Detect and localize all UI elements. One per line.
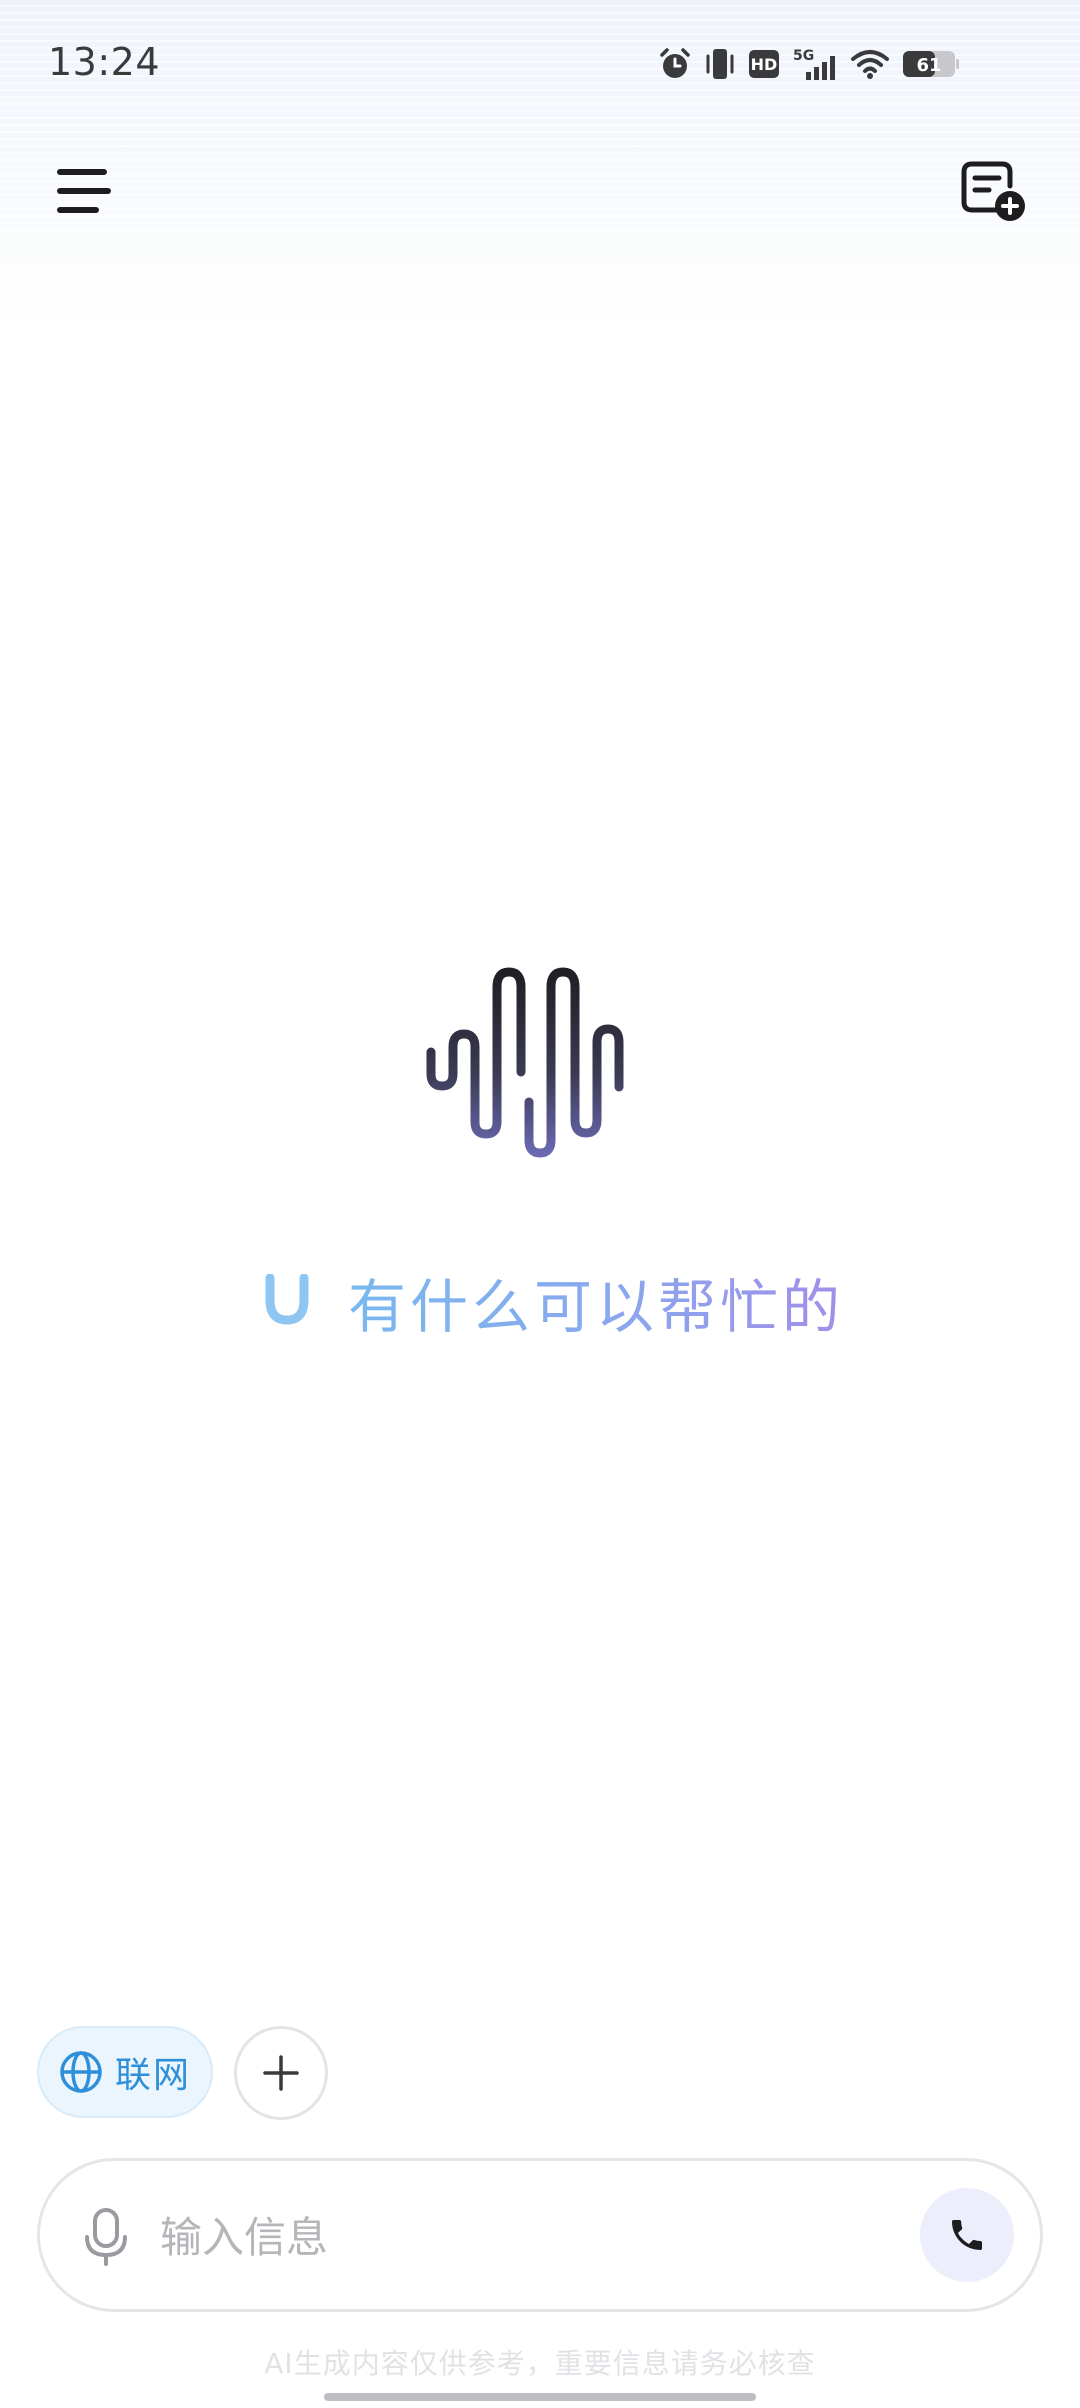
svg-text:HD: HD xyxy=(751,55,778,74)
voice-call-button[interactable] xyxy=(920,2188,1014,2282)
new-chat-button[interactable] xyxy=(954,152,1032,230)
ai-disclaimer: AI生成内容仅供参考，重要信息请务必核查 xyxy=(264,2347,816,2380)
svg-text:5G: 5G xyxy=(793,48,814,64)
message-composer xyxy=(37,2158,1043,2312)
message-input[interactable] xyxy=(160,2197,920,2277)
wifi-icon xyxy=(850,48,890,80)
vibrate-icon xyxy=(704,47,736,81)
cellular-5g-icon: 5G xyxy=(792,46,838,82)
svg-text:61: 61 xyxy=(916,55,941,76)
menu-button[interactable] xyxy=(48,155,120,227)
battery-icon: 61 xyxy=(902,49,960,79)
greeting-text: 有什么可以帮忙的 xyxy=(348,1260,844,1344)
new-chat-icon xyxy=(961,161,1025,221)
menu-icon xyxy=(57,169,111,213)
microphone-icon xyxy=(85,2208,127,2266)
voice-wave-logo xyxy=(420,962,660,1162)
status-bar: 13:24 HD 5G 61 xyxy=(0,0,1080,130)
voice-input-button[interactable] xyxy=(76,2205,136,2269)
plus-icon xyxy=(263,2055,299,2091)
web-search-chip[interactable]: 联网 xyxy=(37,2026,213,2118)
phone-icon xyxy=(952,2220,982,2250)
status-time: 13:24 xyxy=(48,40,161,84)
web-search-label: 联网 xyxy=(114,2055,191,2096)
greeting: 有什么可以帮忙的 xyxy=(262,1262,844,1342)
alarm-icon xyxy=(658,47,692,81)
globe-icon xyxy=(60,2051,102,2093)
add-attachment-button[interactable] xyxy=(234,2026,328,2120)
status-icons: HD 5G 61 xyxy=(658,44,960,84)
hd-icon: HD xyxy=(748,49,780,79)
magnet-icon xyxy=(265,1274,309,1325)
home-indicator[interactable] xyxy=(324,2393,756,2401)
